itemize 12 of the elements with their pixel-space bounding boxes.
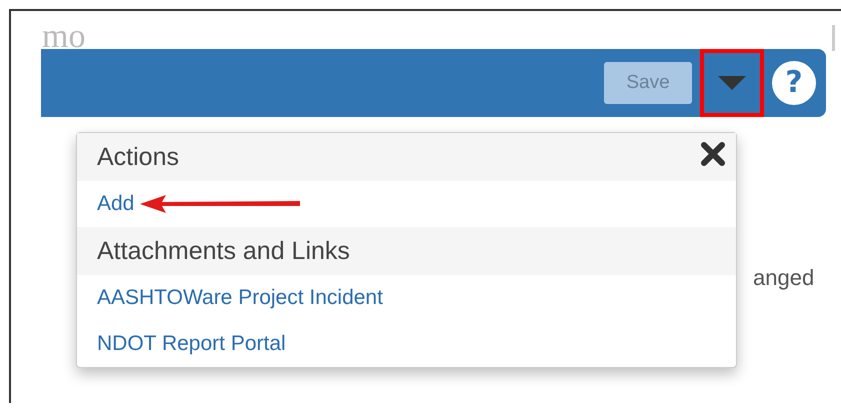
caret-icon	[718, 76, 746, 90]
menu-link[interactable]: NDOT Report Portal	[97, 332, 286, 356]
menu-link[interactable]: AASHTOWare Project Incident	[97, 286, 383, 310]
arrow-icon	[140, 194, 302, 214]
close-icon[interactable]	[700, 141, 726, 167]
section-title: Attachments and Links	[97, 236, 350, 266]
section-title: Actions	[97, 142, 179, 172]
page-heading: mo	[41, 25, 86, 49]
help-button[interactable]: ?	[772, 61, 816, 105]
dropdown-button[interactable]	[700, 49, 764, 117]
body-text: anged	[753, 265, 814, 291]
menu-link[interactable]: Add	[97, 192, 134, 216]
